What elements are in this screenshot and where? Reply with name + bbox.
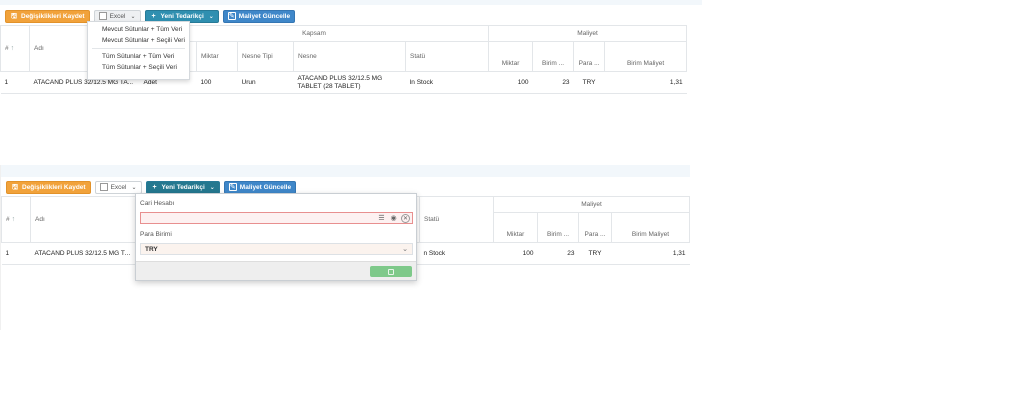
cell-currency: TRY (578, 242, 612, 265)
popup-footer (136, 261, 416, 280)
currency-select[interactable]: TRY ⌄ (140, 243, 413, 255)
col-header-name[interactable]: Adı (30, 196, 137, 243)
col-header-cost-amount[interactable]: Miktar (493, 212, 538, 243)
clear-icon[interactable]: ✕ (401, 213, 410, 223)
cell-object-type: Urun (237, 71, 294, 94)
new-supplier-label: Yeni Tedarikçi (161, 183, 205, 191)
col-header-status[interactable]: Statü (404, 41, 490, 72)
col-header-no[interactable]: # ↑ (1, 196, 31, 243)
cell-unit-cost: 1,31 (604, 71, 687, 94)
top-strip (0, 0, 702, 5)
chevron-down-icon: ⌄ (402, 246, 408, 253)
new-supplier-label: Yeni Tedarikçi (160, 12, 204, 20)
save-changes-label: Değişiklikleri Kaydet (21, 12, 85, 20)
menu-item-current-columns-all-data[interactable]: Mevcut Sütunlar + Tüm Veri (88, 24, 189, 35)
plus-icon: + (152, 183, 157, 191)
col-header-object[interactable]: Nesne (293, 41, 406, 72)
col-header-amount[interactable]: Miktar (196, 41, 238, 72)
excel-label: Excel (110, 183, 127, 191)
save-icon (388, 268, 394, 275)
cell-name: ATACAND PLUS 32/12.5 MG TA... (30, 242, 137, 265)
group-header-maliyet: Maliyet (492, 196, 691, 213)
toolbar: 🖫 Değişiklikleri Kaydet Excel ⌄ + Yeni T… (6, 180, 300, 194)
cell-unit-cost: 1,31 (611, 242, 690, 265)
excel-label: Excel (109, 12, 126, 20)
menu-item-all-columns-selected-data[interactable]: Tüm Sütunlar + Seçili Veri (88, 62, 189, 73)
col-header-cost-amount[interactable]: Miktar (488, 41, 534, 72)
excel-button[interactable]: Excel ⌄ (94, 180, 142, 194)
plus-icon: + (151, 12, 156, 20)
cell-cost-amount: 100 (493, 242, 538, 265)
chevron-down-icon: ⌄ (131, 184, 137, 191)
chevron-down-icon: ⌄ (208, 13, 214, 20)
update-cost-label: Maliyet Güncelle (238, 12, 291, 20)
group-header-kapsam: Kapsam (138, 25, 490, 42)
chevron-down-icon: ⌄ (209, 184, 215, 191)
cell-unit: 23 (532, 71, 574, 94)
excel-file-icon (99, 183, 108, 191)
popup-save-button[interactable] (370, 266, 412, 277)
group-header-maliyet: Maliyet (488, 25, 688, 42)
excel-file-icon (98, 12, 107, 20)
col-header-unit-cost[interactable]: Birim Maliyet (604, 41, 688, 72)
excel-dropdown-menu: Mevcut Sütunlar + Tüm Veri Mevcut Sütunl… (87, 21, 190, 80)
col-header-currency[interactable]: Para ... (578, 212, 612, 243)
cell-currency: TRY (573, 71, 605, 94)
menu-divider (92, 48, 185, 49)
menu-item-current-columns-selected-data[interactable]: Mevcut Sütunlar + Seçili Veri (88, 35, 189, 46)
sort-icon: ↑ (11, 216, 16, 223)
new-supplier-button[interactable]: + Yeni Tedarikçi ⌄ (145, 180, 220, 194)
eye-icon[interactable]: ◉ (389, 214, 398, 223)
update-cost-label: Maliyet Güncelle (239, 183, 292, 191)
update-cost-button[interactable]: ✎ Maliyet Güncelle (223, 180, 297, 194)
update-cost-button[interactable]: ✎ Maliyet Güncelle (222, 9, 296, 23)
menu-item-all-columns-all-data[interactable]: Tüm Sütunlar + Tüm Veri (88, 51, 189, 62)
cell-status: In Stock (405, 71, 489, 94)
col-header-unit[interactable]: Birim ... (532, 41, 575, 72)
account-input[interactable]: ☰ ◉ ✕ (140, 212, 413, 224)
save-icon: 🖫 (11, 12, 17, 20)
col-header-no[interactable]: # ↑ (0, 25, 30, 72)
save-changes-button[interactable]: 🖫 Değişiklikleri Kaydet (5, 9, 90, 23)
cell-object: ATACAND PLUS 32/12.5 MG TABLET (28 TABLE… (293, 71, 406, 94)
save-icon: 🖫 (12, 183, 18, 191)
sort-icon: ↑ (10, 45, 15, 52)
save-changes-label: Değişiklikleri Kaydet (22, 183, 86, 191)
top-strip (1, 165, 690, 177)
chevron-down-icon: ⌄ (130, 13, 136, 20)
currency-label: Para Birimi (140, 231, 172, 238)
col-header-object-type[interactable]: Nesne Tipi (237, 41, 294, 72)
edit-icon: ✎ (228, 183, 237, 191)
col-header-status[interactable]: Statü (419, 196, 494, 243)
col-header-unit[interactable]: Birim ... (537, 212, 579, 243)
list-icon[interactable]: ☰ (377, 214, 386, 223)
new-supplier-popup: Cari Hesabı ☰ ◉ ✕ Para Birimi TRY ⌄ (135, 193, 417, 281)
cell-cost-amount: 100 (488, 71, 533, 94)
save-changes-button[interactable]: 🖫 Değişiklikleri Kaydet (6, 180, 91, 194)
edit-icon: ✎ (227, 12, 236, 20)
cell-no: 1 (0, 71, 30, 94)
cell-amount: 100 (196, 71, 238, 94)
currency-select-value: TRY (145, 245, 158, 253)
cell-no: 1 (1, 242, 31, 265)
col-header-unit-cost[interactable]: Birim Maliyet (610, 212, 691, 243)
col-header-currency[interactable]: Para ... (573, 41, 606, 72)
cell-unit: 23 (537, 242, 579, 265)
account-label: Cari Hesabı (140, 200, 175, 207)
cell-status: n Stock (419, 242, 494, 265)
